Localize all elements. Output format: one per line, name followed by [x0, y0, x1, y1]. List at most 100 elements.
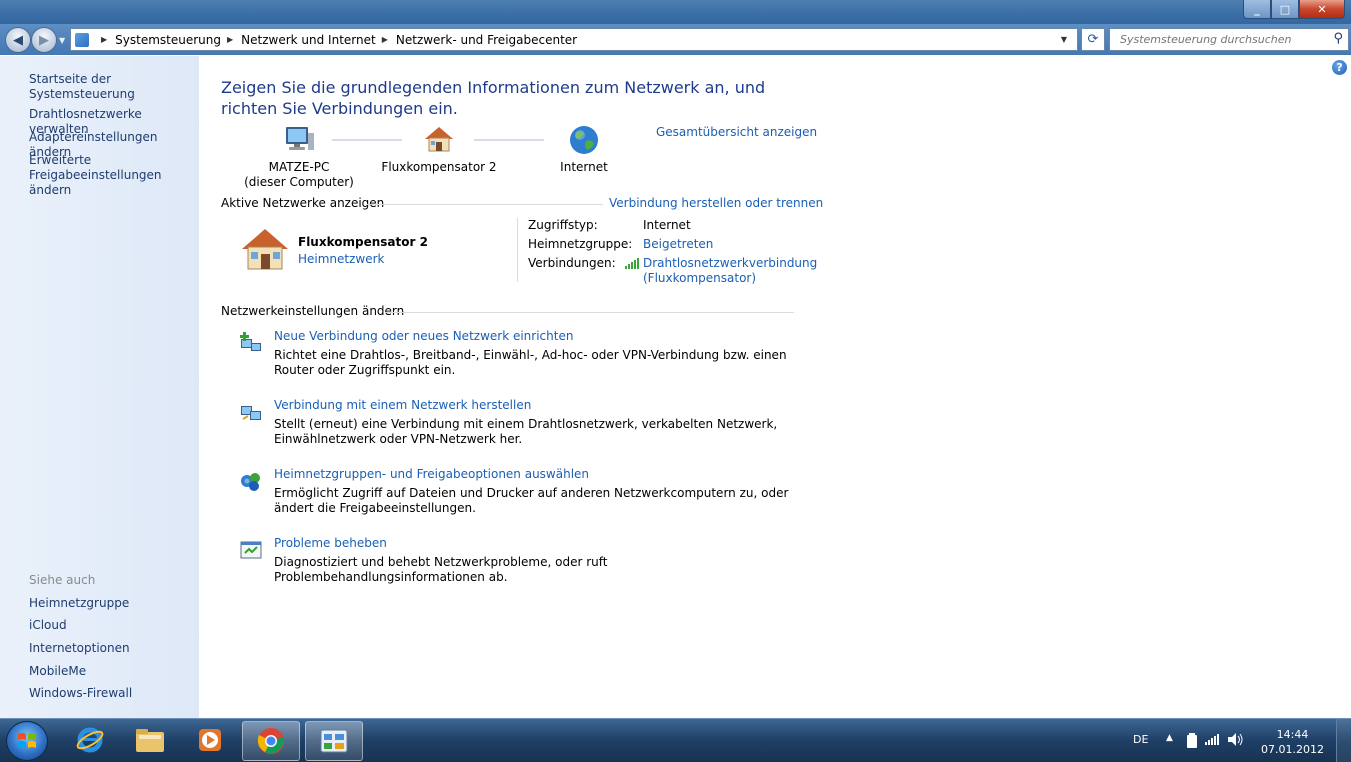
- windows-logo-icon: [18, 733, 36, 748]
- control-panel-icon: [320, 729, 348, 753]
- breadcrumb-systemsteuerung[interactable]: Systemsteuerung ▶: [115, 33, 241, 47]
- forward-button[interactable]: ▶: [31, 27, 57, 53]
- globe-icon: [570, 126, 598, 154]
- access-type-label: Zugriffstyp:: [528, 218, 598, 232]
- task-homegroup-options: Heimnetzgruppen- und Freigabeoptionen au…: [239, 467, 799, 515]
- close-button[interactable]: ✕: [1299, 0, 1345, 19]
- troubleshoot-link[interactable]: Probleme beheben: [274, 536, 387, 550]
- task-description: Stellt (erneut) eine Verbindung mit eine…: [274, 417, 778, 446]
- task-description: Diagnostiziert und behebt Netzwerkproble…: [274, 555, 608, 584]
- access-type-value: Internet: [643, 218, 691, 232]
- taskbar-chrome[interactable]: [242, 721, 300, 761]
- homegroup-link[interactable]: Beigetreten: [643, 237, 713, 251]
- battery-icon[interactable]: [1187, 733, 1197, 748]
- new-connection-link[interactable]: Neue Verbindung oder neues Netzwerk einr…: [274, 329, 573, 343]
- language-indicator[interactable]: DE: [1133, 733, 1148, 746]
- see-also-mobileme[interactable]: MobileMe: [29, 664, 86, 679]
- start-button[interactable]: [6, 721, 48, 761]
- refresh-button[interactable]: ⟳: [1081, 28, 1105, 51]
- show-desktop-button[interactable]: [1336, 719, 1351, 762]
- homegroup-options-link[interactable]: Heimnetzgruppen- und Freigabeoptionen au…: [274, 467, 589, 481]
- new-connection-icon: [240, 332, 261, 351]
- connections-label: Verbindungen:: [528, 256, 616, 270]
- clock[interactable]: 14:44 07.01.2012: [1261, 727, 1324, 757]
- search-input[interactable]: [1118, 32, 1330, 47]
- chevron-right-icon[interactable]: ▶: [227, 35, 233, 44]
- clock-time: 14:44: [1276, 728, 1309, 741]
- section-divider: [385, 312, 794, 313]
- search-icon[interactable]: ⚲: [1333, 31, 1343, 46]
- taskbar-internet-explorer[interactable]: [62, 721, 118, 759]
- refresh-icon: ⟳: [1087, 32, 1099, 47]
- see-also-homegroup[interactable]: Heimnetzgruppe: [29, 596, 129, 611]
- breadcrumb-netzwerk-und-internet[interactable]: Netzwerk und Internet ▶: [241, 33, 396, 47]
- breadcrumb-label[interactable]: Netzwerk und Internet: [241, 33, 376, 47]
- taskbar-control-panel[interactable]: [305, 721, 363, 761]
- wifi-signal-icon: [625, 258, 639, 269]
- breadcrumb-label[interactable]: Netzwerk- und Freigabecenter: [396, 33, 577, 47]
- computer-icon: [286, 127, 314, 150]
- help-icon[interactable]: ?: [1332, 60, 1347, 75]
- map-node-label: MATZE-PC: [268, 160, 330, 174]
- title-bar: _ □ ✕: [0, 0, 1351, 24]
- see-also-windows-firewall[interactable]: Windows-Firewall: [29, 686, 132, 701]
- address-dropdown-button[interactable]: ▼: [1061, 35, 1067, 44]
- see-also-internet-options[interactable]: Internetoptionen: [29, 641, 130, 656]
- task-description: Richtet eine Drahtlos-, Breitband-, Einw…: [274, 348, 787, 377]
- chevron-right-icon: ▶: [101, 35, 108, 44]
- connect-disconnect-link[interactable]: Verbindung herstellen oder trennen: [609, 196, 823, 210]
- home-network-icon: [242, 229, 288, 270]
- map-node-internet[interactable]: Internet: [544, 125, 624, 175]
- task-description: Ermöglicht Zugriff auf Dateien und Druck…: [274, 486, 789, 515]
- map-node-sublabel: (dieser Computer): [244, 175, 354, 189]
- active-network-name: Fluxkompensator 2: [298, 235, 428, 249]
- show-hidden-icons-button[interactable]: ▲: [1166, 733, 1173, 743]
- home-network-icon: [425, 127, 453, 152]
- map-node-network[interactable]: Fluxkompensator 2: [379, 125, 499, 175]
- taskbar-explorer[interactable]: [122, 721, 178, 759]
- homegroup-icon: [241, 473, 260, 491]
- chevron-right-icon[interactable]: ▶: [382, 35, 388, 44]
- media-player-icon: [199, 729, 221, 751]
- taskbar-media-player[interactable]: [182, 721, 238, 759]
- vertical-divider: [517, 218, 518, 282]
- change-settings-heading: Netzwerkeinstellungen ändern: [221, 304, 405, 318]
- internet-explorer-icon: [76, 727, 104, 753]
- map-node-label: Fluxkompensator 2: [381, 160, 497, 174]
- see-also-icloud[interactable]: iCloud: [29, 618, 67, 633]
- sidebar-home-link[interactable]: Startseite der Systemsteuerung: [29, 72, 199, 102]
- task-connect-network: Verbindung mit einem Netzwerk herstellen…: [239, 398, 799, 446]
- back-button[interactable]: ◀: [5, 27, 31, 53]
- full-map-link[interactable]: Gesamtübersicht anzeigen: [656, 125, 817, 139]
- wireless-connection-link[interactable]: Drahtlosnetzwerkverbindung (Fluxkompensa…: [643, 256, 817, 286]
- active-networks-heading: Aktive Netzwerke anzeigen: [221, 196, 385, 210]
- address-bar[interactable]: ▶ Systemsteuerung ▶ Netzwerk und Internet…: [70, 28, 1078, 51]
- search-box[interactable]: ⚲: [1109, 28, 1349, 51]
- map-node-computer[interactable]: MATZE-PC (dieser Computer): [244, 125, 354, 190]
- breadcrumb-separator-root[interactable]: ▶: [95, 35, 115, 44]
- wifi-signal-icon[interactable]: [1205, 734, 1221, 745]
- network-type-link[interactable]: Heimnetzwerk: [298, 252, 385, 266]
- page-title: Zeigen Sie die grundlegenden Information…: [221, 78, 766, 118]
- map-connection-line: [474, 139, 544, 141]
- explorer-folder-icon: [136, 729, 164, 752]
- maximize-button[interactable]: □: [1271, 0, 1299, 19]
- map-node-label: Internet: [560, 160, 608, 174]
- control-panel-icon: [75, 32, 89, 47]
- volume-icon[interactable]: [1228, 732, 1244, 747]
- chrome-icon: [257, 728, 284, 754]
- task-new-connection: Neue Verbindung oder neues Netzwerk einr…: [239, 329, 799, 377]
- see-also-heading: Siehe auch: [29, 573, 96, 587]
- troubleshoot-icon: [240, 541, 262, 559]
- system-tray: DE ▲ 14:44 07.01.2012: [1121, 719, 1351, 762]
- arrow-left-icon: ◀: [13, 32, 23, 48]
- navigation-bar: ◀ ▶ ▼ ▶ Systemsteuerung ▶ Netzwerk und In…: [0, 24, 1351, 55]
- minimize-button[interactable]: _: [1243, 0, 1271, 19]
- arrow-right-icon: ▶: [39, 32, 49, 48]
- breadcrumb-freigabecenter[interactable]: Netzwerk- und Freigabecenter: [396, 33, 577, 47]
- clock-date: 07.01.2012: [1261, 743, 1324, 756]
- connect-network-link[interactable]: Verbindung mit einem Netzwerk herstellen: [274, 398, 531, 412]
- breadcrumb-label[interactable]: Systemsteuerung: [115, 33, 221, 47]
- sidebar-item-advanced-sharing[interactable]: Erweiterte Freigabeeinstellungen ändern: [29, 153, 194, 198]
- recent-pages-dropdown[interactable]: ▼: [59, 36, 65, 45]
